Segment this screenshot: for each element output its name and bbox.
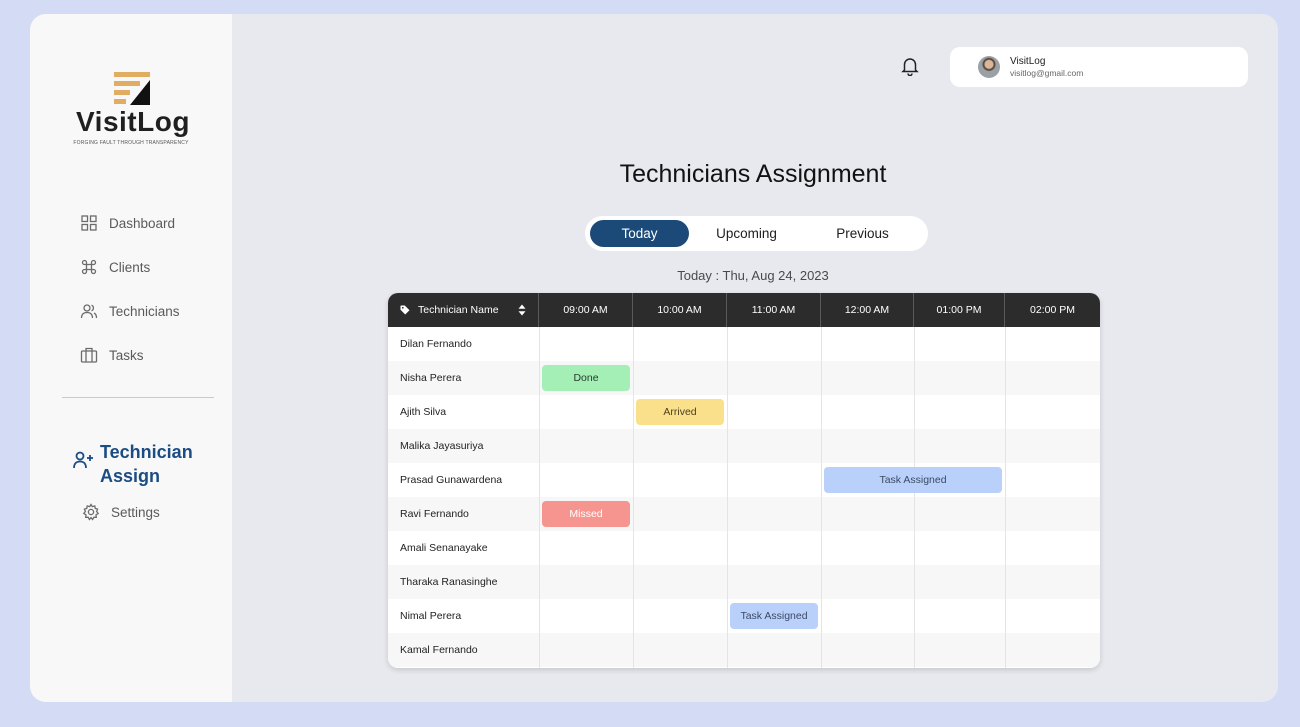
tab-previous[interactable]: Previous	[813, 220, 912, 247]
table-row[interactable]: Nisha Perera	[388, 361, 1100, 395]
table-header: Technician Name 09:00 AM 10:00 AM 11:00 AM…	[388, 293, 1100, 327]
technician-name: Malika Jayasuriya	[400, 440, 484, 452]
column-divider	[633, 327, 634, 668]
briefcase-icon	[80, 347, 98, 363]
table-row[interactable]: Ravi Fernando	[388, 497, 1100, 531]
tab-bar: Today Upcoming Previous	[585, 216, 928, 251]
column-header-time: 12:00 AM	[821, 293, 914, 327]
table-row[interactable]: Ajith Silva	[388, 395, 1100, 429]
technician-name: Kamal Fernando	[400, 644, 478, 656]
tag-icon	[400, 305, 410, 315]
technician-name: Dilan Fernando	[400, 338, 472, 350]
column-header-time: 02:00 PM	[1030, 304, 1075, 316]
column-divider	[539, 327, 540, 668]
sidebar-item-dashboard[interactable]: Dashboard	[80, 212, 175, 234]
user-email: visitlog@gmail.com	[1010, 68, 1084, 78]
user-plus-icon	[73, 451, 93, 469]
assignment-chip-done[interactable]: Done	[542, 365, 630, 391]
technician-name: Amali Senanayake	[400, 542, 488, 554]
gear-icon	[82, 503, 100, 521]
app-window: VisitLog FORGING FAULT THROUGH TRANSPARE…	[30, 14, 1278, 702]
schedule-table: Technician Name 09:00 AM 10:00 AM 11:00 AM…	[388, 293, 1100, 668]
sidebar-item-technician-assign[interactable]: Technician Assign	[72, 440, 210, 488]
bell-icon[interactable]	[901, 56, 919, 76]
table-row[interactable]: Kamal Fernando	[388, 633, 1100, 667]
sidebar-item-label-line2: Assign	[100, 466, 161, 486]
users-icon	[80, 304, 98, 319]
column-divider	[914, 327, 915, 668]
avatar	[978, 56, 1000, 78]
assignment-chip-missed[interactable]: Missed	[542, 501, 630, 527]
table-row[interactable]: Tharaka Ranasinghe	[388, 565, 1100, 599]
assignment-chip-task-assigned[interactable]: Task Assigned	[730, 603, 818, 629]
table-row[interactable]: Amali Senanayake	[388, 531, 1100, 565]
column-divider	[821, 327, 822, 668]
command-icon	[81, 259, 97, 275]
tab-today[interactable]: Today	[590, 220, 689, 247]
column-header-time: 09:00 AM	[539, 293, 633, 327]
sidebar-item-label: Dashboard	[109, 215, 176, 231]
sidebar-item-technicians[interactable]: Technicians	[80, 300, 180, 322]
sidebar-item-label-line1: Technician	[100, 442, 193, 462]
user-profile-card[interactable]: VisitLog visitlog@gmail.com	[950, 47, 1248, 87]
technician-name: Ravi Fernando	[400, 508, 469, 520]
technician-name: Ajith Silva	[400, 406, 447, 418]
sidebar-item-label: Settings	[111, 504, 160, 520]
column-header-time: 11:00 AM	[727, 293, 821, 327]
technician-name: Nisha Perera	[400, 372, 462, 384]
sidebar-item-label: Technician Assign	[100, 440, 210, 488]
column-header-technician-name[interactable]: Technician Name	[388, 293, 539, 327]
table-row[interactable]: Malika Jayasuriya	[388, 429, 1100, 463]
sidebar-item-tasks[interactable]: Tasks	[80, 344, 144, 366]
sidebar-item-label: Clients	[109, 259, 151, 275]
technician-name: Tharaka Ranasinghe	[400, 576, 498, 588]
column-header-time: 01:00 PM	[914, 293, 1005, 327]
user-name: VisitLog	[1010, 56, 1046, 67]
tab-upcoming[interactable]: Upcoming	[697, 220, 796, 247]
technician-name: Prasad Gunawardena	[400, 474, 503, 486]
sort-icon[interactable]	[518, 304, 526, 316]
sidebar: VisitLog FORGING FAULT THROUGH TRANSPARE…	[30, 14, 232, 702]
sidebar-item-settings[interactable]: Settings	[82, 501, 160, 523]
column-header-label: Technician Name	[418, 304, 499, 316]
assignment-chip-task-assigned[interactable]: Task Assigned	[824, 467, 1002, 493]
column-divider	[727, 327, 728, 668]
logo-text: VisitLog	[76, 106, 190, 137]
sidebar-divider	[62, 397, 214, 398]
technician-name: Nimal Perera	[400, 610, 462, 622]
column-header-time: 10:00 AM	[633, 293, 727, 327]
assignment-chip-arrived[interactable]: Arrived	[636, 399, 724, 425]
sidebar-item-label: Tasks	[109, 347, 144, 363]
sidebar-item-clients[interactable]: Clients	[80, 256, 150, 278]
grid-icon	[81, 215, 97, 231]
date-label: Today : Thu, Aug 24, 2023	[677, 268, 829, 283]
logo-icon	[114, 72, 150, 105]
page-title: Technicians Assignment	[619, 160, 887, 188]
sidebar-item-label: Technicians	[109, 303, 180, 319]
logo-tagline: FORGING FAULT THROUGH TRANSPARENCY	[73, 140, 189, 146]
table-row[interactable]: Dilan Fernando	[388, 327, 1100, 361]
column-divider	[1005, 327, 1006, 668]
